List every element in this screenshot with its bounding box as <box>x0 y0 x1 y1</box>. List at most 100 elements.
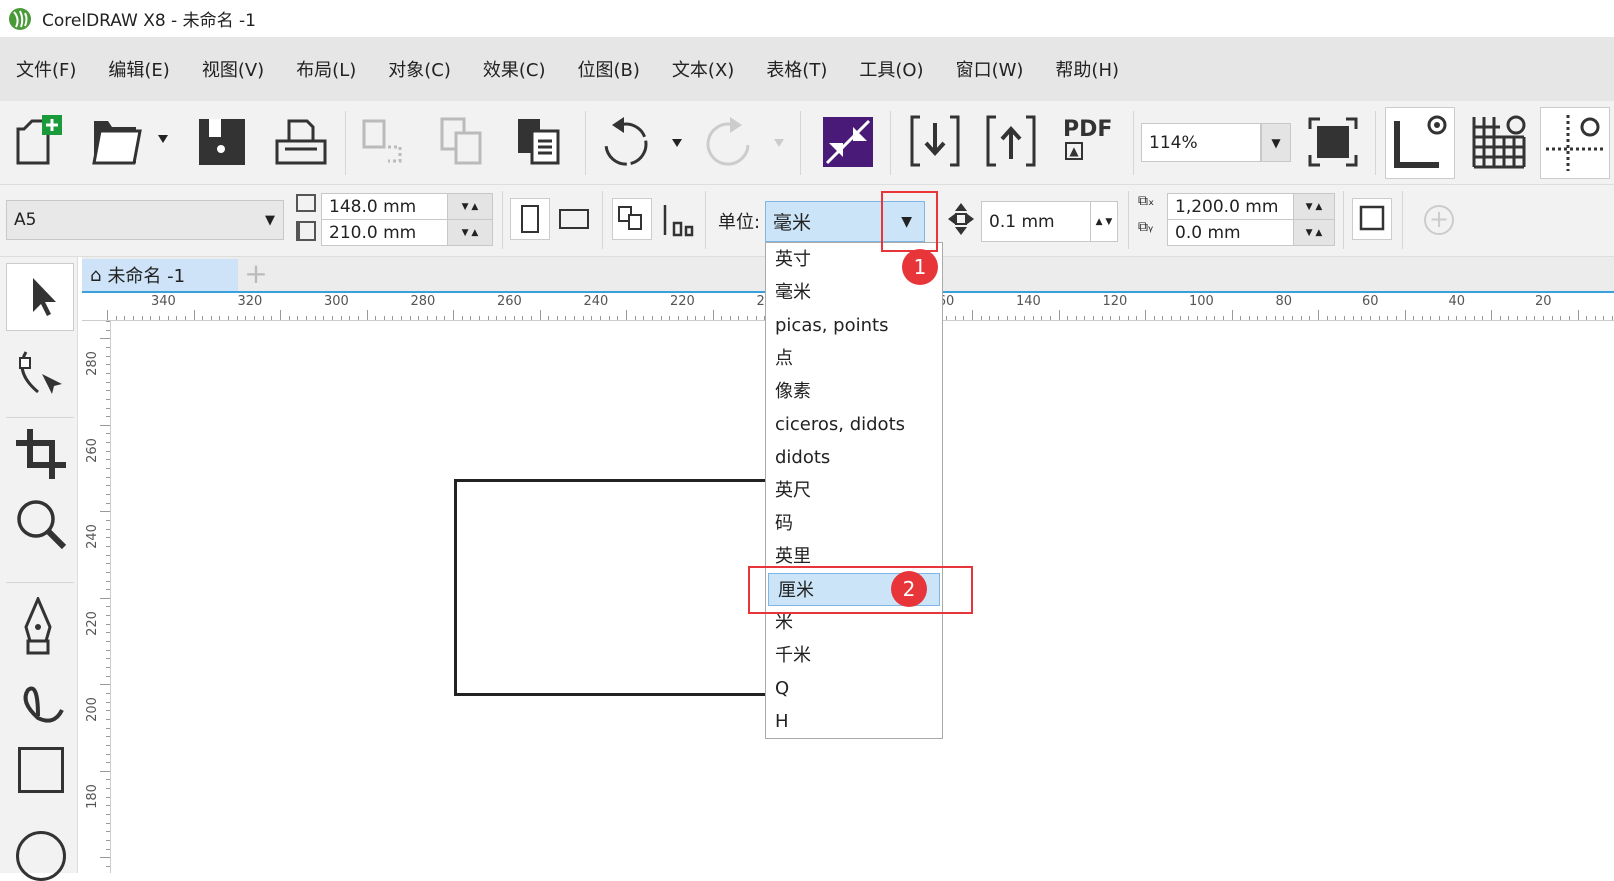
publish-pdf-button[interactable]: PDF ▲ <box>1063 117 1112 160</box>
ruler-tick <box>1421 316 1423 320</box>
ruler-tick <box>1534 316 1536 320</box>
undo-icon[interactable] <box>602 115 682 169</box>
unit-option[interactable]: 点 <box>766 342 942 375</box>
ruler-tick <box>375 316 377 320</box>
pick-tool[interactable] <box>6 263 74 331</box>
menu-help[interactable]: 帮助(H) <box>1055 56 1119 82</box>
ruler-tick <box>193 310 195 320</box>
unit-option[interactable]: picas, points <box>766 309 942 342</box>
landscape-button[interactable] <box>559 209 589 229</box>
menu-edit[interactable]: 编辑(E) <box>108 56 169 82</box>
document-tab[interactable]: ⌂ 未命名 -1 <box>82 259 238 291</box>
page-size-select[interactable]: A5 ▼ <box>6 200 284 240</box>
nudge-distance-input[interactable]: 0.1 mm <box>981 201 1091 242</box>
ruler-tick <box>1395 316 1397 320</box>
ruler-tick <box>530 316 532 320</box>
ellipse-tool[interactable] <box>16 831 66 881</box>
ruler-tick <box>461 316 463 320</box>
page-height-spinner[interactable]: ▼ ▲ <box>447 219 493 246</box>
full-screen-preview-icon[interactable] <box>1308 117 1358 167</box>
menu-object[interactable]: 对象(C) <box>388 56 451 82</box>
export-icon[interactable] <box>986 115 1036 167</box>
portrait-button[interactable] <box>510 198 550 240</box>
import-export-corel-icon[interactable] <box>823 117 873 167</box>
pen-tool-icon[interactable] <box>18 597 68 657</box>
unit-option[interactable]: 像素 <box>766 375 942 408</box>
paste-icon[interactable] <box>516 115 566 167</box>
ruler-label: 220 <box>84 610 100 636</box>
ruler-tick <box>478 316 480 320</box>
ruler-tick <box>392 316 394 320</box>
current-page-button[interactable] <box>662 203 694 237</box>
unit-option[interactable]: H <box>766 705 942 738</box>
show-guidelines-icon[interactable] <box>1540 107 1610 179</box>
save-icon[interactable] <box>197 117 247 167</box>
page-width-input[interactable]: 148.0 mm <box>321 193 448 220</box>
menu-bar: 文件(F) 编辑(E) 视图(V) 布局(L) 对象(C) 效果(C) 位图(B… <box>0 37 1614 101</box>
window-title: CorelDRAW X8 - 未命名 -1 <box>42 11 256 31</box>
ruler-tick <box>228 316 230 320</box>
ruler-tick <box>401 316 403 320</box>
pdf-export-icon: ▲ <box>1065 142 1083 160</box>
zoom-level-input[interactable]: 114% <box>1141 123 1261 162</box>
artistic-media-tool-icon[interactable] <box>14 672 70 728</box>
duplicate-x-spinner[interactable]: ▼ ▲ <box>1293 193 1335 220</box>
duplicate-x-input[interactable]: 1,200.0 mm <box>1167 193 1294 220</box>
unit-option[interactable]: 英尺 <box>766 474 942 507</box>
add-preset-icon[interactable]: + <box>1424 205 1454 235</box>
menu-text[interactable]: 文本(X) <box>672 56 734 82</box>
ruler-tick <box>150 316 152 320</box>
shape-tool-icon[interactable] <box>12 342 70 402</box>
ruler-tick <box>1136 316 1138 320</box>
unit-option[interactable]: Q <box>766 672 942 705</box>
nudge-spinner[interactable]: ▲ ▼ <box>1090 201 1118 242</box>
show-rulers-icon[interactable] <box>1385 107 1455 179</box>
unit-option[interactable]: didots <box>766 441 942 474</box>
ruler-tick <box>106 364 110 366</box>
page-width-icon <box>296 194 316 212</box>
menu-file[interactable]: 文件(F) <box>16 56 76 82</box>
unit-option[interactable]: 千米 <box>766 639 942 672</box>
ruler-tick <box>1603 316 1605 320</box>
ruler-tick <box>106 736 110 738</box>
menu-view[interactable]: 视图(V) <box>202 56 264 82</box>
portrait-icon <box>521 205 539 233</box>
zoom-tool-icon[interactable] <box>14 497 70 553</box>
import-icon[interactable] <box>910 115 960 167</box>
edit-bleed-button[interactable] <box>1352 198 1392 240</box>
ruler-tick <box>989 316 991 320</box>
new-document-icon[interactable] <box>14 115 66 167</box>
duplicate-y-input[interactable]: 0.0 mm <box>1167 219 1294 246</box>
ruler-tick <box>106 537 110 539</box>
page-width-spinner[interactable]: ▼ ▲ <box>447 193 493 220</box>
separator <box>1343 191 1344 249</box>
ruler-tick <box>1110 316 1112 320</box>
ruler-tick <box>643 316 645 320</box>
menu-table[interactable]: 表格(T) <box>766 56 827 82</box>
print-icon[interactable] <box>275 117 327 167</box>
rectangle-shape[interactable] <box>454 479 774 696</box>
menu-layout[interactable]: 布局(L) <box>296 56 356 82</box>
menu-tools[interactable]: 工具(O) <box>859 56 923 82</box>
duplicate-y-spinner[interactable]: ▼ ▲ <box>1293 219 1335 246</box>
ruler-tick <box>236 316 238 320</box>
ruler-tick <box>106 840 110 841</box>
zoom-dropdown-button[interactable]: ▼ <box>1261 123 1291 162</box>
page-height-input[interactable]: 210.0 mm <box>321 219 448 246</box>
menu-effects[interactable]: 效果(C) <box>483 56 546 82</box>
crop-tool-icon[interactable] <box>14 427 70 483</box>
ruler-tick <box>1551 316 1553 320</box>
unit-option[interactable]: ciceros, didots <box>766 408 942 441</box>
open-icon[interactable] <box>92 117 172 167</box>
menu-bitmaps[interactable]: 位图(B) <box>578 56 640 82</box>
unit-option[interactable]: 码 <box>766 507 942 540</box>
show-grid-icon[interactable] <box>1472 115 1528 171</box>
menu-window[interactable]: 窗口(W) <box>956 56 1024 82</box>
all-pages-button[interactable] <box>612 198 652 240</box>
ruler-tick <box>1439 316 1441 320</box>
vertical-ruler[interactable]: 280 260 240 220 200 180 <box>82 321 111 873</box>
new-tab-button[interactable]: + <box>240 259 272 291</box>
ruler-tick <box>600 316 602 320</box>
rectangle-tool[interactable] <box>18 747 64 793</box>
ruler-tick <box>106 468 110 470</box>
